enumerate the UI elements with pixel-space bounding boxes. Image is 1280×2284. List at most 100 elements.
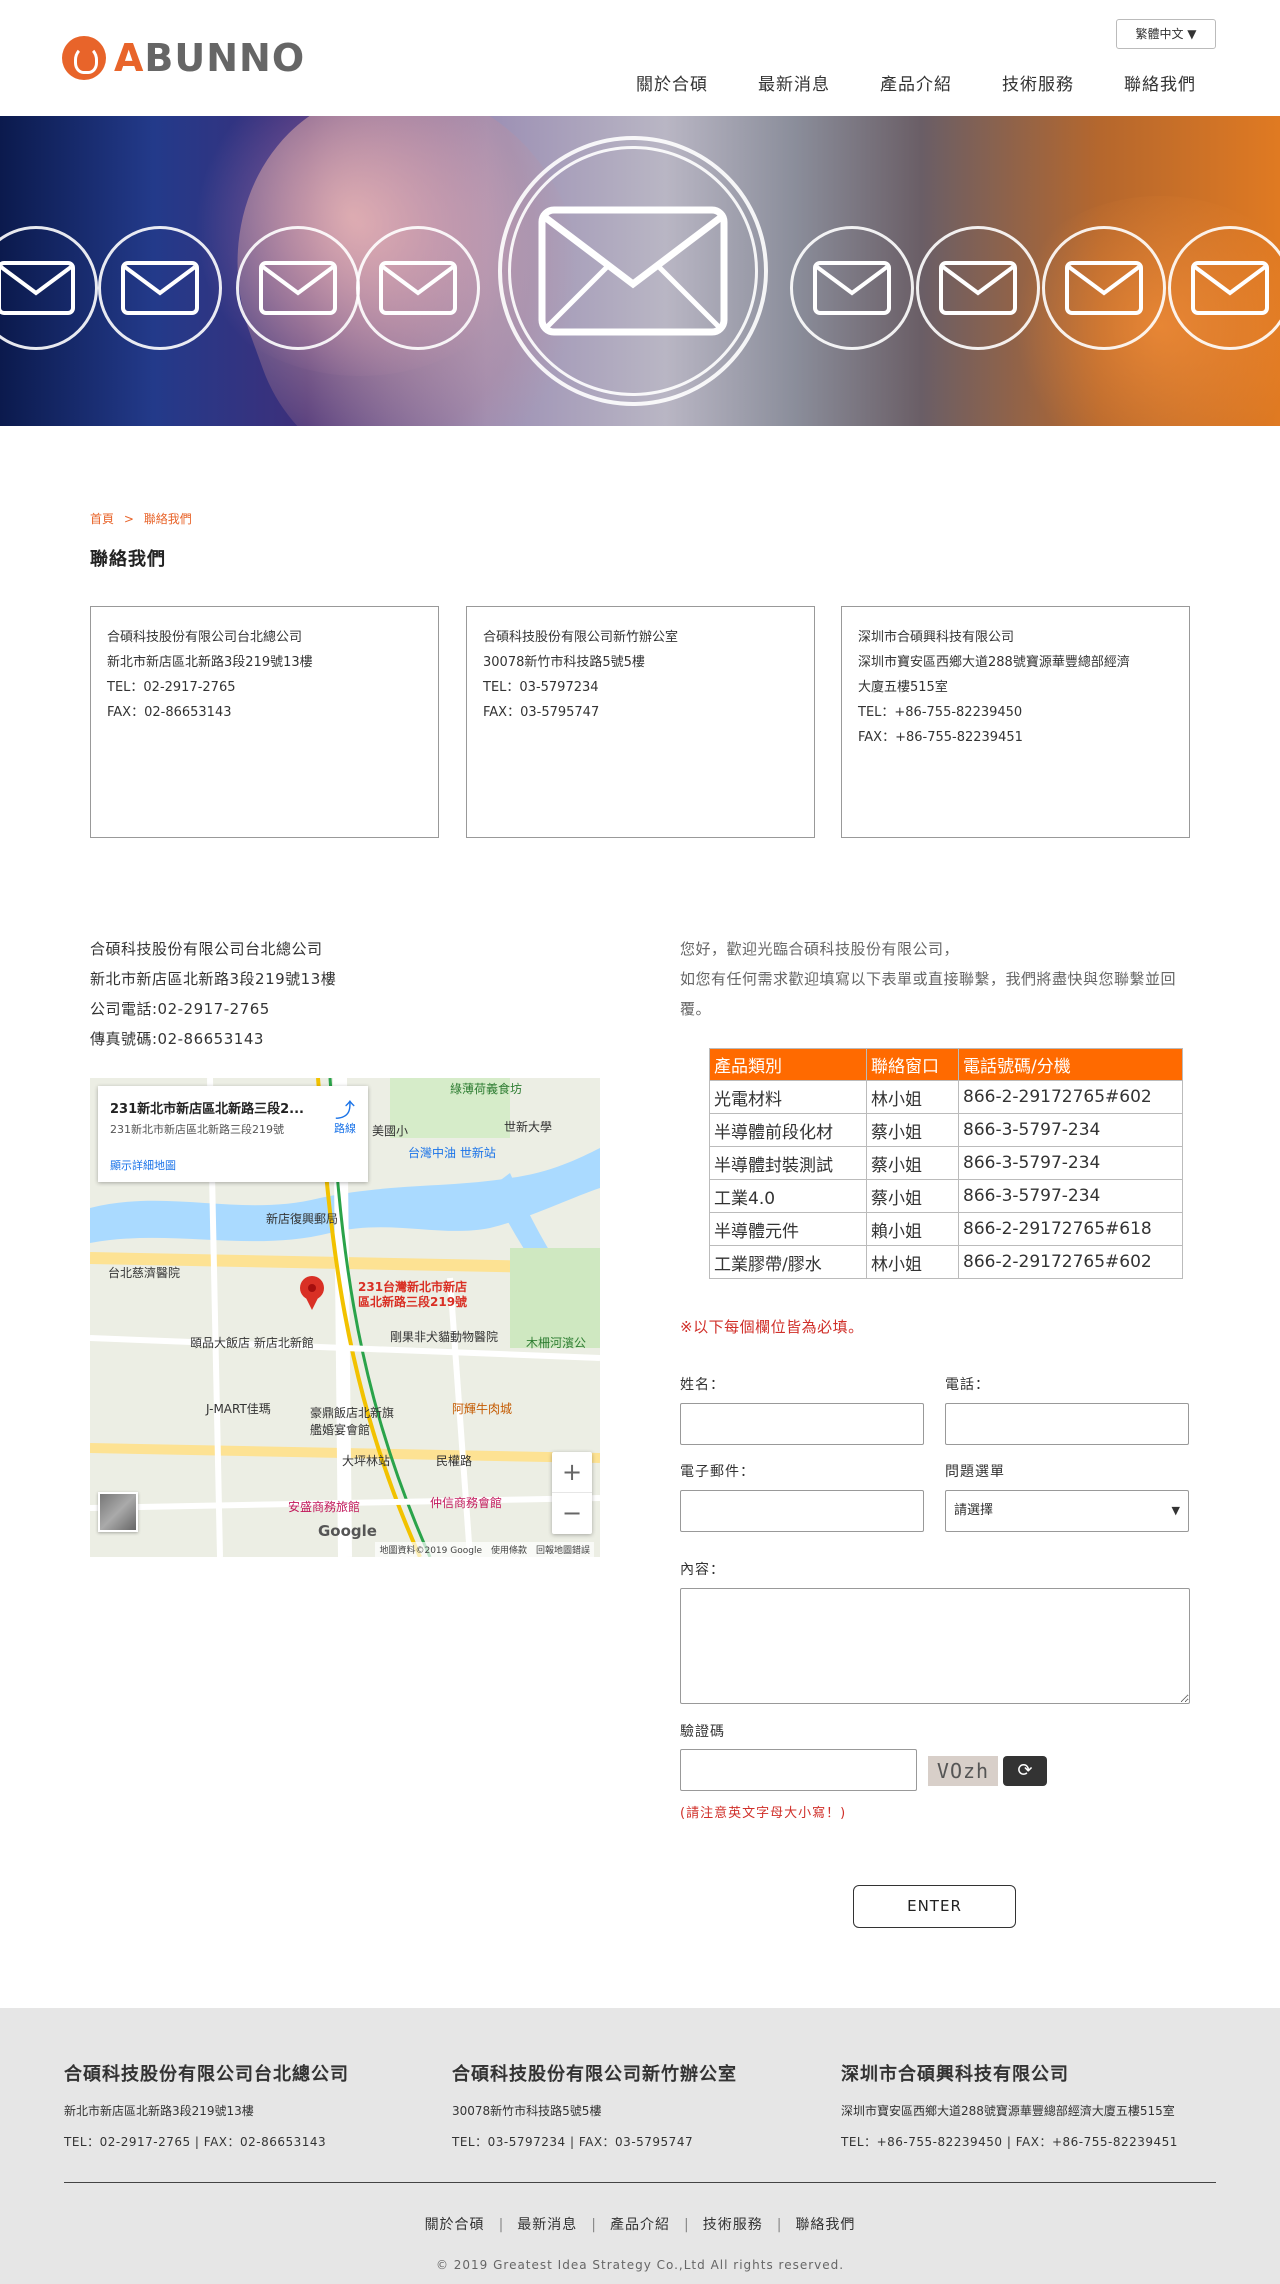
office-address-cont: 大廈五樓515室 — [858, 680, 948, 695]
logo-text: ABUNNO — [114, 36, 306, 80]
map-label: 安盛商務旅館 — [288, 1500, 361, 1514]
table-cell: 光電材料 — [709, 1080, 867, 1114]
footer-link-contact[interactable]: 聯絡我們 — [781, 2217, 869, 2233]
language-select[interactable]: 繁體中文 ▼ — [1116, 19, 1216, 49]
submit-button[interactable]: ENTER — [853, 1885, 1016, 1928]
map-detail-link[interactable]: 顯示詳細地圖 — [110, 1157, 356, 1173]
nav-item-products[interactable]: 產品介紹 — [880, 70, 952, 95]
map-label: 豪鼎飯店北新旗艦婚宴會館 — [310, 1406, 395, 1437]
footer-office-shenzhen: 深圳市合碩興科技有限公司 深圳市寶安區西鄉大道288號寶源華豐總部經濟大廈五樓5… — [841, 2060, 1178, 2150]
footer-office-tel: TEL：02-2917-2765 | FAX：02-86653143 — [64, 2135, 327, 2149]
map-label: 仲信商務會館 — [430, 1496, 503, 1510]
company-address: 新北市新店區北新路3段219號13樓 — [90, 970, 337, 988]
map-card-title: 231新北市新店區北新路三段2... — [110, 1102, 304, 1117]
footer-office-name: 合碩科技股份有限公司台北總公司 — [64, 2064, 349, 2085]
phone-input[interactable] — [945, 1403, 1189, 1445]
directions-icon: ⤴ — [335, 1098, 355, 1122]
footer-office-taipei: 合碩科技股份有限公司台北總公司 新北市新店區北新路3段219號13樓 TEL：0… — [64, 2060, 349, 2150]
nav-item-contact[interactable]: 聯絡我們 — [1124, 70, 1196, 95]
map-zoom-control: + − — [552, 1452, 592, 1534]
breadcrumb-home[interactable]: 首頁 — [90, 512, 114, 526]
table-cell: 工業4.0 — [709, 1179, 867, 1213]
company-phone: 公司電話:02-2917-2765 — [90, 1000, 270, 1018]
refresh-icon[interactable]: ⟳ — [1003, 1756, 1047, 1786]
table-cell: 866-2-29172765#602 — [958, 1080, 1183, 1114]
map-label: 台灣中油 世新站 — [408, 1146, 496, 1160]
logo-mark-icon — [62, 36, 106, 80]
chevron-down-icon: ▼ — [1171, 1504, 1180, 1517]
email-input[interactable] — [680, 1490, 924, 1532]
welcome-line-2: 如您有任何需求歡迎填寫以下表單或直接聯繫，我們將盡快與您聯繫並回覆。 — [680, 970, 1177, 1018]
google-map[interactable]: 231新北市新店區北新路三段2... 231新北市新店區北新路三段219號 顯示… — [90, 1078, 600, 1557]
map-label: 剛果非犬貓動物醫院 — [390, 1330, 499, 1344]
footer-office-address: 新北市新店區北新路3段219號13樓 — [64, 2104, 254, 2118]
logo[interactable]: ABUNNO — [62, 36, 305, 80]
footer-link-about[interactable]: 關於合碩 — [411, 2217, 499, 2233]
table-cell: 866-2-29172765#618 — [958, 1212, 1183, 1246]
table-row: 半導體封裝測試 蔡小姐 866-3-5797-234 — [709, 1146, 1183, 1180]
breadcrumb-current[interactable]: 聯絡我們 — [144, 512, 192, 526]
hero-banner — [0, 116, 1280, 426]
mail-icon-large — [498, 136, 768, 406]
table-cell: 半導體元件 — [709, 1212, 867, 1246]
map-satellite-toggle[interactable] — [98, 1492, 138, 1532]
office-tel: TEL：+86-755-82239450 — [858, 705, 1023, 720]
office-address: 新北市新店區北新路3段219號13樓 — [107, 655, 313, 670]
table-cell: 866-3-5797-234 — [958, 1146, 1183, 1180]
footer-office-hsinchu: 合碩科技股份有限公司新竹辦公室 30078新竹市科技路5號5樓 TEL：03-5… — [452, 2060, 737, 2150]
office-address: 深圳市寶安區西鄉大道288號寶源華豐總部經濟 — [858, 655, 1130, 670]
map-route-button[interactable]: ⤴ 路線 — [334, 1100, 356, 1136]
site-header: ABUNNO 繁體中文 ▼ 關於合碩 最新消息 產品介紹 技術服務 聯絡我們 — [0, 0, 1280, 116]
office-box-hsinchu: 合碩科技股份有限公司新竹辦公室 30078新竹市科技路5號5樓 TEL：03-5… — [466, 606, 815, 838]
nav-item-service[interactable]: 技術服務 — [1002, 70, 1074, 95]
map-pin-label: 231台灣新北市新店 區北新路三段219號 — [358, 1280, 468, 1309]
footer-office-address: 30078新竹市科技路5號5樓 — [452, 2104, 602, 2118]
map-label: 新店復興郵局 — [266, 1212, 339, 1226]
captcha-input[interactable] — [680, 1749, 917, 1791]
footer-link-service[interactable]: 技術服務 — [689, 2217, 777, 2233]
table-header: 電話號碼/分機 — [958, 1048, 1183, 1081]
table-cell: 866-2-29172765#602 — [958, 1245, 1183, 1279]
footer-office-name: 深圳市合碩興科技有限公司 — [841, 2064, 1069, 2085]
name-input[interactable] — [680, 1403, 924, 1445]
footer-link-news[interactable]: 最新消息 — [503, 2217, 591, 2233]
map-attribution[interactable]: 地圖資料©2019 Google 使用條款 回報地圖錯誤 — [375, 1542, 594, 1557]
table-cell: 866-3-5797-234 — [958, 1113, 1183, 1147]
mail-icon — [0, 226, 98, 350]
mail-icon — [236, 226, 360, 350]
company-info: 合碩科技股份有限公司台北總公司 新北市新店區北新路3段219號13樓 公司電話:… — [90, 934, 336, 1054]
map-info-card: 231新北市新店區北新路三段2... 231新北市新店區北新路三段219號 顯示… — [98, 1086, 368, 1182]
map-label: 大坪林站 — [342, 1454, 391, 1468]
footer-link-products[interactable]: 產品介紹 — [596, 2217, 684, 2233]
copyright: © 2019 Greatest Idea Strategy Co.,Ltd Al… — [435, 2258, 845, 2272]
mail-icon — [1042, 226, 1166, 350]
zoom-out-button[interactable]: − — [552, 1493, 592, 1534]
required-note: ※以下每個欄位皆為必填。 — [680, 1318, 864, 1336]
footer-office-tel: TEL：03-5797234 | FAX：03-5795747 — [452, 2135, 694, 2149]
question-select[interactable]: 請選擇 ▼ — [945, 1490, 1189, 1532]
table-cell: 蔡小姐 — [866, 1146, 959, 1180]
table-header: 產品類別 — [709, 1048, 867, 1081]
site-footer: 合碩科技股份有限公司台北總公司 新北市新店區北新路3段219號13樓 TEL：0… — [0, 2008, 1280, 2284]
content-textarea[interactable] — [680, 1588, 1190, 1704]
zoom-in-button[interactable]: + — [552, 1452, 592, 1493]
nav-item-news[interactable]: 最新消息 — [758, 70, 830, 95]
map-card-address: 231新北市新店區北新路三段219號 — [110, 1123, 284, 1136]
breadcrumb: 首頁 > 聯絡我們 — [90, 510, 198, 527]
main-nav: 關於合碩 最新消息 產品介紹 技術服務 聯絡我們 — [636, 70, 1196, 95]
table-cell: 半導體封裝測試 — [709, 1146, 867, 1180]
table-row: 工業膠帶/膠水 林小姐 866-2-29172765#602 — [709, 1245, 1183, 1279]
office-name: 合碩科技股份有限公司台北總公司 — [107, 630, 303, 645]
map-label: 頤品大飯店 新店北新館 — [190, 1336, 314, 1350]
nav-item-about[interactable]: 關於合碩 — [636, 70, 708, 95]
table-row: 光電材料 林小姐 866-2-29172765#602 — [709, 1080, 1183, 1114]
table-row: 半導體元件 賴小姐 866-2-29172765#618 — [709, 1212, 1183, 1246]
map-label: 民權路 — [436, 1454, 473, 1468]
office-fax: FAX：03-5795747 — [483, 705, 600, 720]
question-label: 問題選單 — [945, 1464, 1005, 1480]
email-label: 電子郵件： — [680, 1464, 755, 1480]
table-row: 工業4.0 蔡小姐 866-3-5797-234 — [709, 1179, 1183, 1213]
mail-icon — [916, 226, 1040, 350]
footer-divider — [64, 2182, 1216, 2183]
office-box-taipei: 合碩科技股份有限公司台北總公司 新北市新店區北新路3段219號13樓 TEL：0… — [90, 606, 439, 838]
